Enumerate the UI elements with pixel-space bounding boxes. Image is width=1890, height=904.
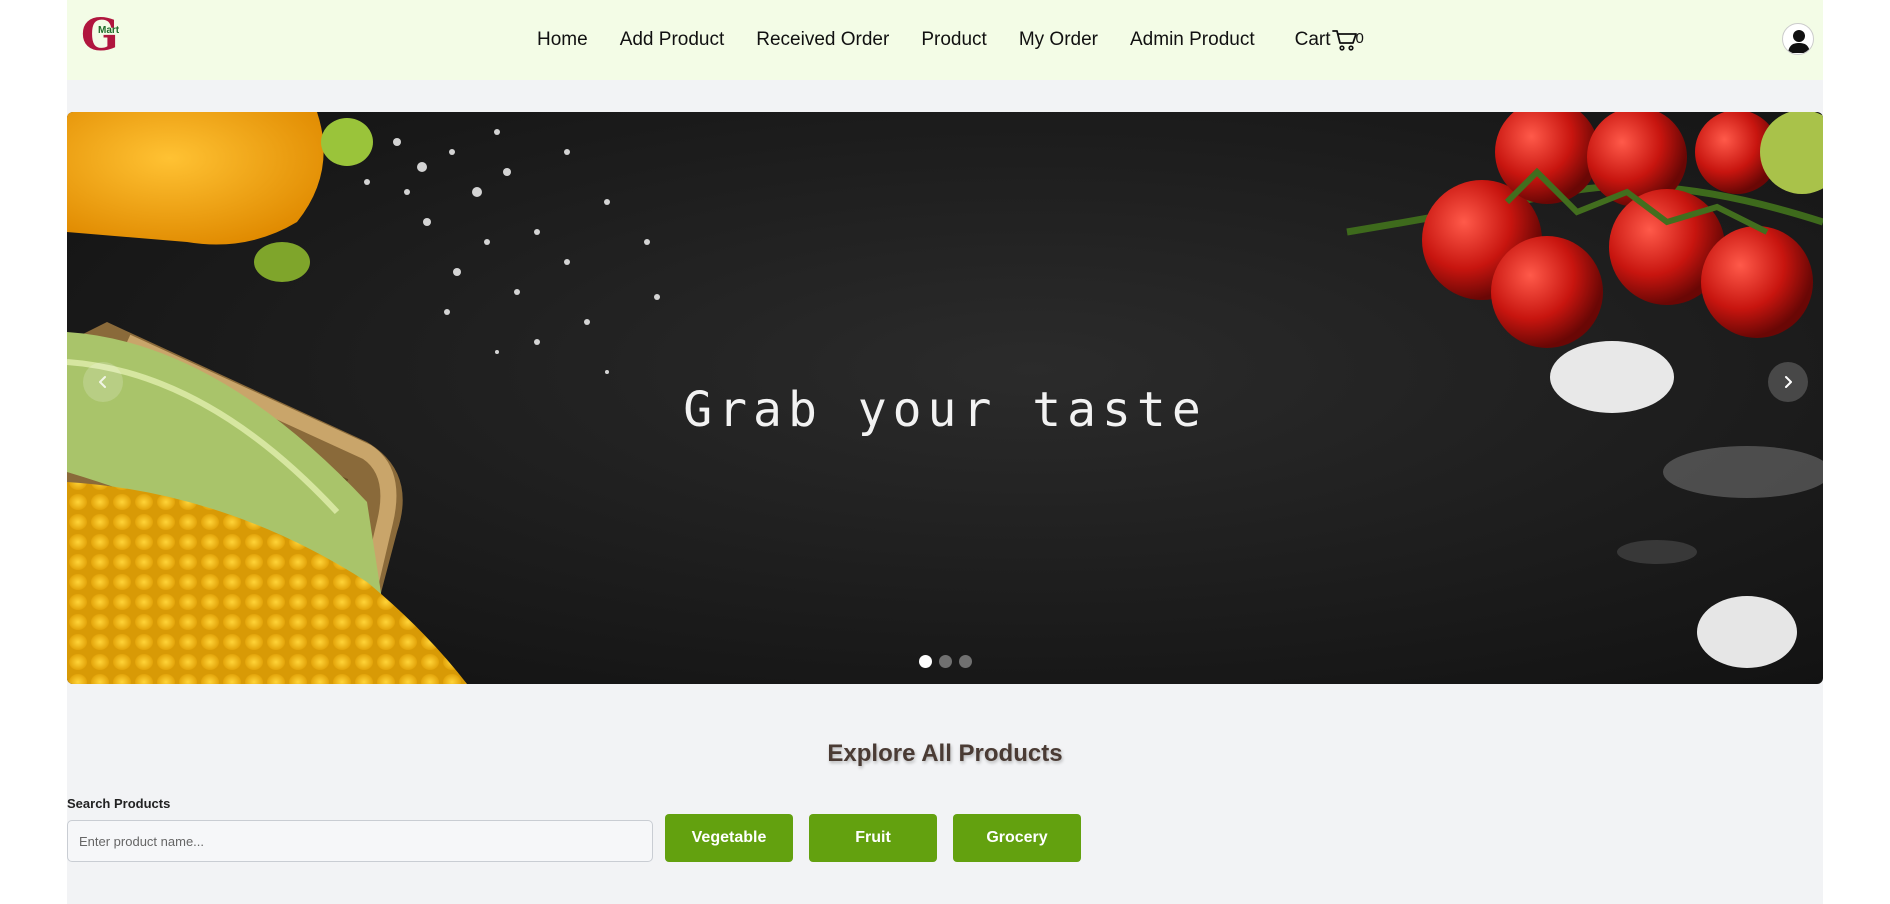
cart-count: 0	[1355, 29, 1364, 47]
navbar: G Mart Home Add Product Received Order P…	[67, 0, 1823, 80]
category-button-grocery[interactable]: Grocery	[953, 814, 1081, 862]
nav-links: Home Add Product Received Order Product …	[537, 0, 1364, 80]
category-button-vegetable[interactable]: Vegetable	[665, 814, 793, 862]
carousel-dot-1[interactable]	[919, 655, 932, 668]
cart-icon	[1331, 30, 1357, 51]
brand-logo[interactable]: G Mart	[81, 14, 125, 60]
carousel-indicators	[919, 655, 979, 668]
carousel-dot-3[interactable]	[959, 655, 972, 668]
user-avatar-icon[interactable]	[1782, 23, 1814, 55]
carousel-next-button[interactable]	[1768, 362, 1808, 402]
nav-link-add-product[interactable]: Add Product	[620, 29, 725, 51]
hero-carousel: Grab your taste	[67, 112, 1823, 684]
nav-link-my-order[interactable]: My Order	[1019, 29, 1098, 51]
carousel-dot-2[interactable]	[939, 655, 952, 668]
chevron-right-icon	[1785, 376, 1792, 388]
nav-link-product[interactable]: Product	[921, 29, 986, 51]
chevron-left-icon	[99, 376, 106, 388]
hero-headline: Grab your taste	[683, 382, 1207, 438]
page: G Mart Home Add Product Received Order P…	[67, 0, 1823, 904]
logo-letter: G	[81, 10, 119, 61]
nav-link-home[interactable]: Home	[537, 29, 588, 51]
nav-link-received-order[interactable]: Received Order	[756, 29, 889, 51]
search-label: Search Products	[67, 796, 171, 811]
nav-link-admin-product[interactable]: Admin Product	[1130, 29, 1255, 51]
carousel-prev-button[interactable]	[83, 362, 123, 402]
cart-label: Cart	[1294, 29, 1331, 50]
category-button-fruit[interactable]: Fruit	[809, 814, 937, 862]
logo-subtext: Mart	[98, 25, 120, 36]
search-input[interactable]	[67, 820, 653, 862]
section-title: Explore All Products	[827, 740, 1063, 767]
cart-link[interactable]: Cart 0	[1295, 28, 1364, 52]
